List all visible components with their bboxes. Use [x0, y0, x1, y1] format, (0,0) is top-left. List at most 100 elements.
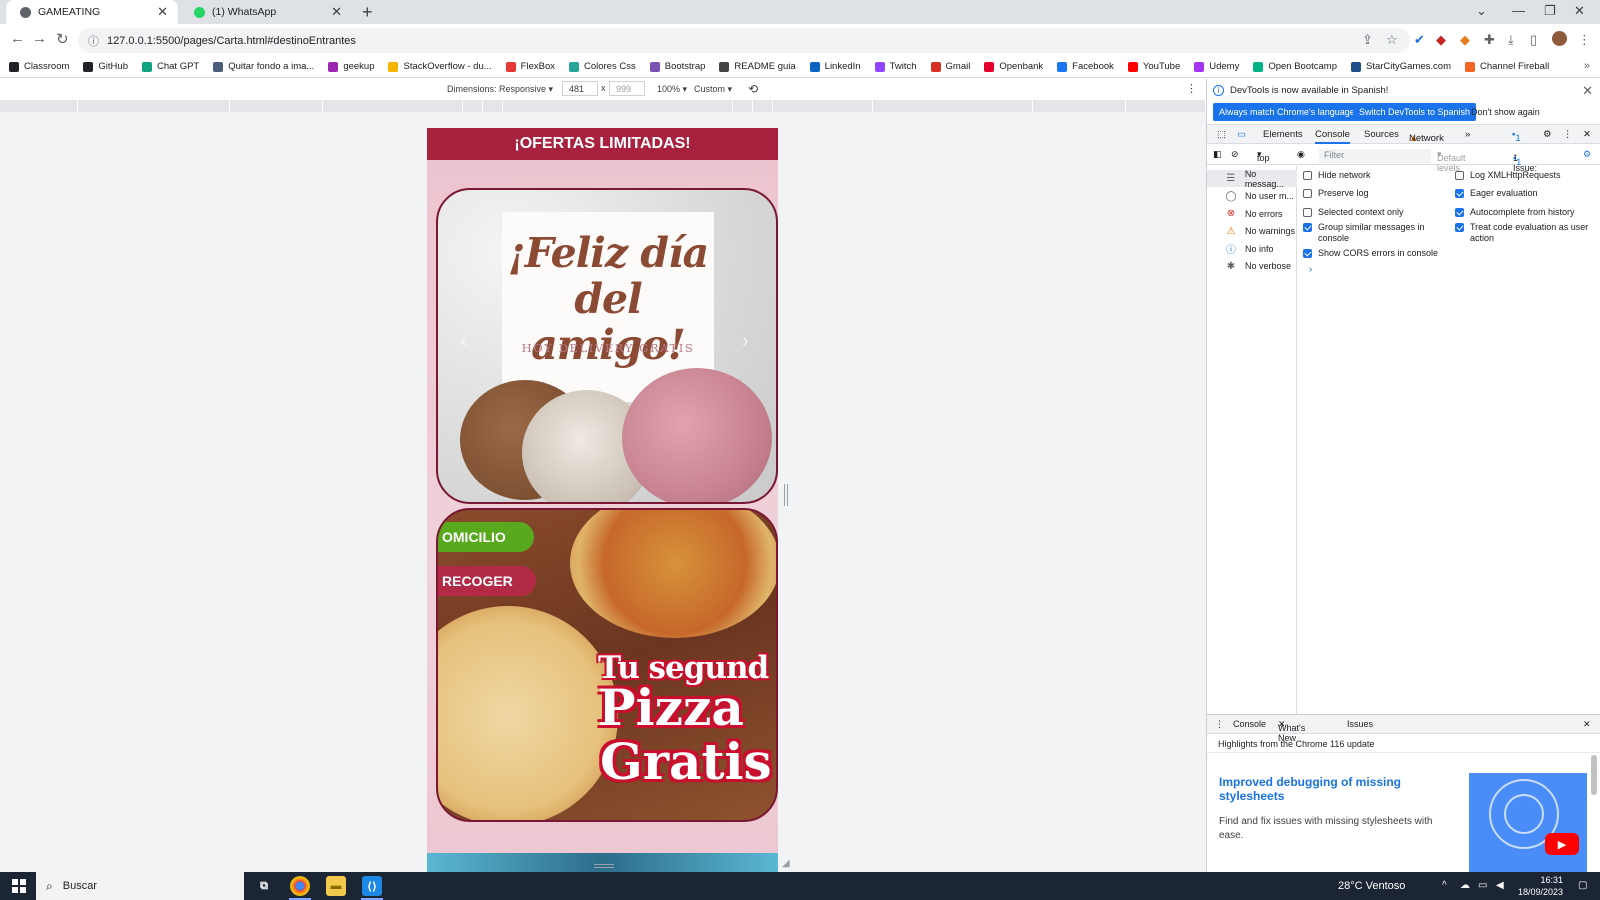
context-dropdown[interactable]: top ▾ — [1257, 149, 1270, 163]
minimize-button[interactable]: — — [1512, 3, 1525, 18]
close-drawer-icon[interactable]: ✕ — [1583, 719, 1591, 730]
issues-badge[interactable]: ▪ 1 — [1512, 129, 1521, 144]
tab-whatsapp[interactable]: (1) WhatsApp ✕ — [180, 0, 352, 24]
console-settings-icon[interactable]: ⚙ — [1583, 149, 1591, 160]
console-setting-checkbox[interactable]: Selected context only — [1303, 207, 1443, 218]
close-window-button[interactable]: ✕ — [1574, 3, 1585, 19]
windows-start-icon[interactable] — [12, 879, 26, 893]
drawer-tab-console[interactable]: Console — [1233, 719, 1266, 729]
task-view-icon[interactable]: ⧉ — [254, 876, 274, 896]
volume-icon[interactable]: ◀ — [1496, 880, 1504, 891]
media-query-bar[interactable] — [0, 100, 1206, 112]
console-setting-checkbox[interactable]: Eager evaluation — [1455, 188, 1595, 199]
ublock-icon[interactable]: ◆ — [1436, 32, 1446, 48]
live-expression-icon[interactable]: ◉ — [1297, 149, 1305, 160]
tab-elements[interactable]: Elements — [1263, 129, 1303, 140]
devtools-menu-icon[interactable]: ⋮ — [1563, 129, 1573, 140]
delivery-pill[interactable]: OMICILIO — [438, 522, 534, 552]
bookmark-item[interactable]: FlexBox — [505, 61, 555, 72]
console-setting-checkbox[interactable]: Log XMLHttpRequests — [1455, 170, 1595, 181]
bookmark-item[interactable]: Classroom — [9, 61, 69, 72]
console-setting-checkbox[interactable]: Hide network — [1303, 170, 1443, 181]
bookmark-star-icon[interactable]: ☆ — [1386, 32, 1398, 48]
tray-chevron-icon[interactable]: ^ — [1442, 880, 1447, 891]
network-icon[interactable]: ▭ — [1478, 880, 1487, 891]
bookmark-item[interactable]: README guia — [719, 61, 796, 72]
console-setting-checkbox[interactable]: Show CORS errors in console — [1303, 248, 1443, 259]
viewport-resize-handle-bottom[interactable] — [594, 864, 614, 868]
settings-icon[interactable]: ⚙ — [1543, 129, 1552, 140]
width-input[interactable]: 481 — [562, 81, 598, 96]
whats-new-video-thumbnail[interactable]: ▶ — [1469, 773, 1587, 873]
file-explorer-icon[interactable]: ▬ — [326, 876, 346, 896]
more-tabs-icon[interactable]: » — [1465, 129, 1470, 140]
levels-dropdown[interactable]: Default levels ▾ — [1437, 149, 1466, 173]
notifications-icon[interactable]: ▢ — [1578, 880, 1587, 891]
tab-search-icon[interactable]: ⌄ — [1476, 3, 1487, 19]
profile-avatar[interactable] — [1552, 31, 1567, 46]
checkbox-icon[interactable] — [1303, 208, 1312, 217]
bookmark-item[interactable]: Udemy — [1194, 61, 1239, 72]
vscode-taskbar-icon[interactable]: ⟨⟩ — [362, 876, 382, 896]
bookmark-item[interactable]: Chat GPT — [141, 61, 199, 72]
tab-gameating[interactable]: GAMEATING ✕ — [6, 0, 178, 24]
new-tab-button[interactable]: + — [362, 2, 373, 23]
extension-icon[interactable]: ✔ — [1414, 32, 1425, 48]
device-toggle-icon[interactable]: ▭ — [1237, 129, 1246, 140]
height-input[interactable]: 999 — [609, 81, 645, 96]
match-language-button[interactable]: Always match Chrome's language — [1213, 103, 1361, 121]
promo-card-pizza[interactable]: OMICILIO RECOGER Tu segund Pizza Gratis — [436, 508, 778, 822]
inspect-element-icon[interactable]: ⬚ — [1217, 129, 1226, 140]
metamask-icon[interactable]: ◆ — [1460, 32, 1470, 48]
viewport-resize-handle-right[interactable] — [784, 484, 788, 506]
share-icon[interactable]: ⇪ — [1362, 32, 1373, 48]
bookmark-item[interactable]: Channel Fireball — [1465, 61, 1549, 72]
close-tab-icon[interactable]: ✕ — [157, 4, 168, 20]
rotate-icon[interactable]: ⟲ — [748, 82, 758, 96]
viewport-resize-handle-corner[interactable]: ◢ — [782, 858, 790, 869]
console-sidebar-item[interactable]: ⚠ No warnings — [1207, 223, 1297, 240]
onedrive-icon[interactable]: ☁ — [1460, 880, 1470, 891]
dont-show-again-button[interactable]: Don't show again — [1465, 103, 1546, 121]
bookmark-item[interactable]: Twitch — [874, 61, 917, 72]
console-setting-checkbox[interactable]: Preserve log — [1303, 188, 1443, 199]
bookmark-item[interactable]: Bootstrap — [649, 61, 705, 72]
address-bar[interactable]: ⓘ 127.0.0.1:5500/pages/Carta.html#destin… — [78, 28, 1410, 53]
bookmark-item[interactable]: Gmail — [930, 61, 970, 72]
forward-button[interactable]: → — [32, 30, 47, 47]
drawer-menu-icon[interactable]: ⋮ — [1215, 719, 1224, 730]
side-panel-icon[interactable]: ▯ — [1530, 32, 1537, 48]
menu-icon[interactable]: ⋮ — [1578, 32, 1591, 48]
play-icon[interactable]: ▶ — [1545, 833, 1579, 855]
back-button[interactable]: ← — [10, 30, 25, 47]
close-infobar-icon[interactable]: ✕ — [1582, 83, 1593, 99]
whats-new-title[interactable]: Improved debugging of missing stylesheet… — [1219, 775, 1459, 803]
close-tab-icon[interactable]: ✕ — [331, 4, 342, 20]
bookmark-item[interactable]: Facebook — [1057, 61, 1114, 72]
bookmark-item[interactable]: Open Bootcamp — [1253, 61, 1337, 72]
checkbox-icon[interactable] — [1455, 189, 1464, 198]
console-sidebar-item[interactable]: ◯ No user m... — [1207, 188, 1297, 205]
bookmark-item[interactable]: StackOverflow - du... — [388, 61, 492, 72]
tab-sources[interactable]: Sources — [1364, 129, 1399, 140]
bookmark-item[interactable]: Colores Css — [568, 61, 636, 72]
dimensions-dropdown[interactable]: Dimensions: Responsive ▾ — [447, 84, 553, 95]
checkbox-icon[interactable] — [1455, 171, 1464, 180]
checkbox-icon[interactable] — [1455, 223, 1464, 232]
console-setting-checkbox[interactable]: Treat code evaluation as user action — [1455, 222, 1595, 244]
tab-console[interactable]: Console — [1315, 129, 1350, 144]
checkbox-icon[interactable] — [1303, 249, 1312, 258]
console-sidebar-item[interactable]: ✱ No verbose — [1207, 258, 1297, 275]
console-setting-checkbox[interactable]: Group similar messages in console — [1303, 222, 1443, 244]
bookmark-item[interactable]: GitHub — [83, 61, 128, 72]
download-icon[interactable]: ⤓ — [1508, 32, 1514, 48]
bookmark-item[interactable]: StarCityGames.com — [1351, 61, 1451, 72]
console-sidebar-item[interactable]: ☰ No messag... — [1207, 169, 1297, 189]
close-devtools-icon[interactable]: ✕ — [1583, 129, 1591, 140]
bookmark-item[interactable]: YouTube — [1127, 61, 1180, 72]
device-more-icon[interactable]: ⋮ — [1186, 82, 1197, 95]
bookmark-item[interactable]: geekup — [328, 61, 374, 72]
restore-button[interactable]: ❐ — [1544, 3, 1556, 19]
extensions-puzzle-icon[interactable]: ✚ — [1484, 32, 1495, 48]
bookmarks-overflow-icon[interactable]: » — [1584, 60, 1590, 72]
